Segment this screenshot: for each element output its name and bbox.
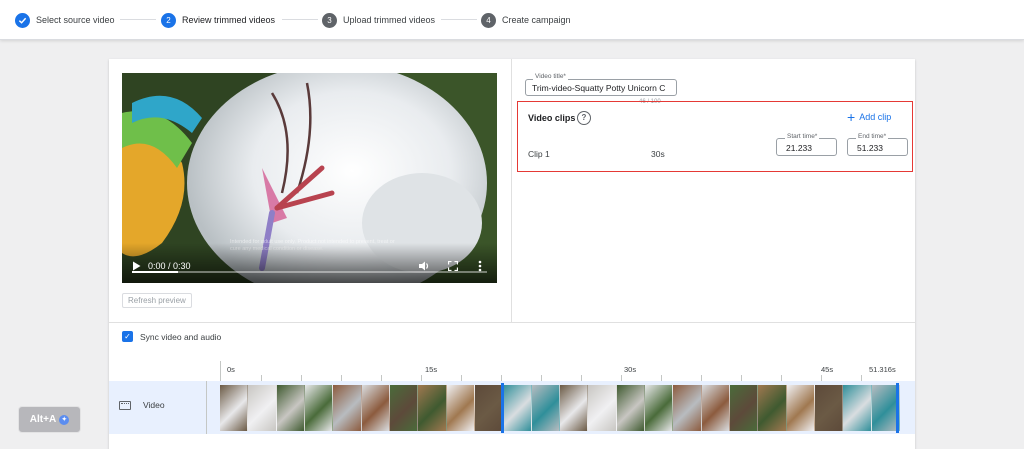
selection-end-handle[interactable] [895, 383, 899, 433]
divider [511, 59, 512, 322]
start-time-field[interactable]: Start time* 21.233 [776, 133, 837, 156]
step-create-campaign[interactable]: 4 Create campaign [481, 11, 571, 29]
sync-video-audio[interactable]: ✓ Sync video and audio [122, 331, 221, 342]
selection-start-handle[interactable] [501, 383, 505, 433]
video-title-label: Video title* [533, 73, 568, 80]
video-clips-section: Video clips ? + Add clip Clip 1 30s Star… [517, 101, 913, 172]
step-label: Select source video [36, 15, 115, 25]
plus-icon: + [847, 109, 856, 125]
thumbnail-frame [304, 385, 334, 431]
step-connector [441, 19, 477, 20]
track-label: Video [119, 400, 165, 410]
video-title-field[interactable]: Trim-video-Squatty Potty Unicorn C [525, 79, 677, 96]
video-clips-heading: Video clips [528, 113, 576, 123]
stepper-header: Select source video 2 Review trimmed vid… [0, 0, 1024, 40]
sync-label: Sync video and audio [140, 331, 222, 342]
step-review-trimmed[interactable]: 2 Review trimmed videos [161, 11, 275, 29]
step-upload-trimmed[interactable]: 3 Upload trimmed videos [322, 11, 435, 29]
check-icon [15, 12, 30, 28]
thumbnail-frame [758, 385, 787, 431]
clip-name: Clip 1 [528, 149, 550, 159]
help-icon[interactable]: ? [577, 111, 591, 125]
divider [206, 381, 207, 434]
thumbnail-frame [446, 385, 475, 431]
end-time-value: 51.233 [857, 143, 883, 153]
tick-label: 0s [227, 365, 235, 374]
thumbnail-frame [220, 385, 249, 431]
film-icon [119, 400, 131, 410]
review-card: Intended for adult use only. Product not… [109, 59, 915, 449]
thumbnail-frame [843, 385, 872, 431]
step-number: 4 [481, 12, 496, 28]
thumbnail-frame [616, 385, 645, 431]
tick-label: 15s [425, 365, 438, 374]
step-label: Create campaign [502, 15, 571, 25]
video-player[interactable]: Intended for adult use only. Product not… [122, 73, 497, 283]
thumbnail-frame [644, 385, 674, 431]
thumbnail-frame [673, 385, 702, 431]
thumbnail-frame [503, 385, 532, 431]
sync-checkbox[interactable]: ✓ [122, 331, 133, 342]
thumbnail-frame [559, 385, 589, 431]
step-number: 2 [161, 12, 176, 28]
time-display: 0:00 / 0:30 [148, 261, 191, 271]
step-select-source[interactable]: Select source video [15, 11, 115, 29]
divider [109, 322, 915, 323]
step-connector [282, 19, 318, 20]
video-title-value: Trim-video-Squatty Potty Unicorn C [532, 83, 666, 93]
alt-badge-text: Alt+A [29, 414, 57, 425]
start-time-value: 21.233 [786, 143, 812, 153]
step-connector [120, 19, 156, 20]
video-track: Video [109, 381, 915, 434]
tick-label: 51.316s [869, 365, 896, 374]
add-clip-label: Add clip [859, 112, 892, 122]
tick-label: 45s [821, 365, 834, 374]
step-label: Upload trimmed videos [343, 15, 436, 25]
start-time-label: Start time* [785, 133, 820, 140]
track-label-text: Video [143, 400, 165, 410]
timeline-ruler: 0s 15s 30s 45s 51.316s [220, 361, 900, 381]
step-label: Review trimmed videos [182, 15, 276, 25]
thumbnail-frame [361, 385, 390, 431]
add-clip-button[interactable]: + Add clip [847, 109, 892, 125]
step-number: 3 [322, 12, 337, 28]
thumbnail-frame [333, 385, 362, 431]
thumbnail-frame [531, 385, 560, 431]
video-thumbnail-strip[interactable] [220, 385, 900, 431]
thumbnail-frame [418, 385, 447, 431]
end-time-field[interactable]: End time* 51.233 [847, 133, 908, 156]
end-time-label: End time* [856, 133, 889, 140]
thumbnail-frame [729, 385, 759, 431]
player-controls: 0:00 / 0:30 [122, 243, 497, 283]
thumbnail-frame [474, 385, 504, 431]
seek-progress [132, 271, 179, 273]
thumbnail-frame [701, 385, 730, 431]
thumbnail-frame [248, 385, 277, 431]
clip-duration: 30s [651, 149, 665, 159]
sparkle-icon: ✦ [59, 414, 70, 425]
tick-label: 30s [624, 365, 637, 374]
alt-text-badge[interactable]: Alt+A ✦ [18, 406, 81, 433]
thumbnail-frame [786, 385, 815, 431]
thumbnail-frame [276, 385, 305, 431]
refresh-preview-button[interactable]: Refresh preview [122, 293, 192, 308]
thumbnail-frame [389, 385, 419, 431]
seek-bar[interactable] [132, 271, 487, 273]
thumbnail-frame [814, 385, 844, 431]
thumbnail-frame [588, 385, 617, 431]
